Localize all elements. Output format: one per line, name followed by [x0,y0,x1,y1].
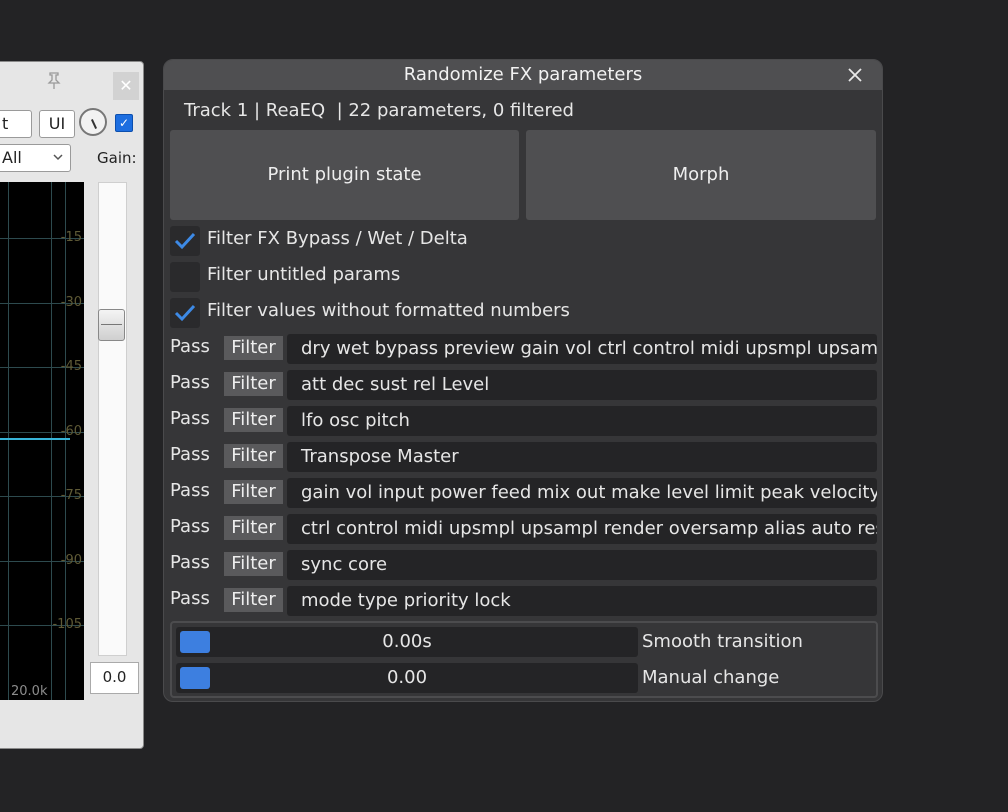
filter-keywords-input[interactable]: lfo osc pitch [287,406,877,436]
filter-keywords-input[interactable]: mode type priority lock [287,586,877,616]
slider-label: Manual change [642,667,780,688]
freq-label: 20.0k [11,684,48,699]
pass-toggle[interactable]: Pass [170,478,210,504]
filter-keywords-input[interactable]: Transpose Master [287,442,877,472]
checkbox-box[interactable] [170,226,200,256]
band-dropdown-value: All [2,148,22,167]
preset-field[interactable]: t [0,110,32,138]
db-label: -30 [60,295,82,310]
filter-row: Pass Filter ctrl control midi upsmpl ups… [170,514,878,544]
checkbox-label: Filter untitled params [207,264,401,285]
db-label: -90 [60,553,82,568]
smooth-transition-slider[interactable]: 0.00s [176,627,638,657]
slider-label: Smooth transition [642,631,803,652]
checkbox-label: Filter FX Bypass / Wet / Delta [207,228,468,249]
checkbox-box[interactable] [170,262,200,292]
db-label: -60 [60,424,82,439]
gain-label: Gain: [97,149,137,167]
checkbox-box[interactable] [170,298,200,328]
wet-knob[interactable] [79,108,107,136]
track-info: Track 1 | ReaEQ | 22 parameters, 0 filte… [184,100,574,121]
checkmark-icon [174,226,196,256]
slider-group: 0.00s Smooth transition 0.00 Manual chan… [170,621,878,698]
filter-toggle[interactable]: Filter [224,408,283,432]
dialog-titlebar[interactable]: Randomize FX parameters [164,60,882,90]
filter-row: Pass Filter gain vol input power feed mi… [170,478,878,508]
close-icon[interactable] [844,60,866,90]
filter-row: Pass Filter mode type priority lock [170,586,878,616]
filter-toggle[interactable]: Filter [224,336,283,360]
checkbox-label: Filter values without formatted numbers [207,300,570,321]
filter-toggle[interactable]: Filter [224,588,283,612]
pass-toggle[interactable]: Pass [170,586,210,612]
manual-change-slider[interactable]: 0.00 [176,663,638,693]
pass-toggle[interactable]: Pass [170,550,210,576]
filter-row: Pass Filter dry wet bypass preview gain … [170,334,878,364]
filter-row: Pass Filter att dec sust rel Level [170,370,878,400]
gain-slider-track[interactable] [98,182,127,656]
pass-toggle[interactable]: Pass [170,406,210,432]
filter-keywords-input[interactable]: dry wet bypass preview gain vol ctrl con… [287,334,877,364]
randomize-fx-dialog: Randomize FX parameters Track 1 | ReaEQ … [163,59,883,702]
morph-button[interactable]: Morph [526,130,876,220]
filter-keywords-input[interactable]: att dec sust rel Level [287,370,877,400]
filter-row: Pass Filter sync core [170,550,878,580]
band-dropdown[interactable]: All [0,144,71,172]
enable-checkbox[interactable]: ✓ [115,114,133,132]
gain-slider-thumb[interactable] [98,309,125,341]
db-label: -15 [60,230,82,245]
dialog-title: Randomize FX parameters [403,64,643,85]
db-label: -75 [60,488,82,503]
filter-keywords-input[interactable]: gain vol input power feed mix out make l… [287,478,877,508]
eq-graph[interactable]: -15 -30 -45 -60 -75 -90 -105 20.0k [0,182,84,700]
pass-toggle[interactable]: Pass [170,370,210,396]
ui-button[interactable]: UI [39,110,75,138]
pass-toggle[interactable]: Pass [170,442,210,468]
filter-row: Pass Filter lfo osc pitch [170,406,878,436]
gain-value-field[interactable]: 0.0 [90,662,139,694]
chevron-down-icon [52,145,64,180]
filter-toggle[interactable]: Filter [224,372,283,396]
filter-toggle[interactable]: Filter [224,444,283,468]
db-label: -105 [52,617,82,632]
slider-value: 0.00s [382,631,432,652]
filter-toggle[interactable]: Filter [224,552,283,576]
slider-value: 0.00 [386,667,428,688]
filter-toggle[interactable]: Filter [224,480,283,504]
filter-row: Pass Filter Transpose Master [170,442,878,472]
eq-curve [0,438,70,440]
pass-toggle[interactable]: Pass [170,334,210,360]
filter-keywords-input[interactable]: ctrl control midi upsmpl upsampl render … [287,514,877,544]
pass-toggle[interactable]: Pass [170,514,210,540]
close-icon[interactable]: ✕ [113,72,139,100]
filter-toggle[interactable]: Filter [224,516,283,540]
filter-keywords-input[interactable]: sync core [287,550,877,580]
print-plugin-state-button[interactable]: Print plugin state [170,130,519,220]
pin-icon[interactable] [47,72,63,92]
db-label: -45 [60,359,82,374]
reaeq-window: ✕ t UI ✓ All Gain: -15 -30 -45 -60 -75 -… [0,61,144,749]
checkmark-icon [174,298,196,328]
